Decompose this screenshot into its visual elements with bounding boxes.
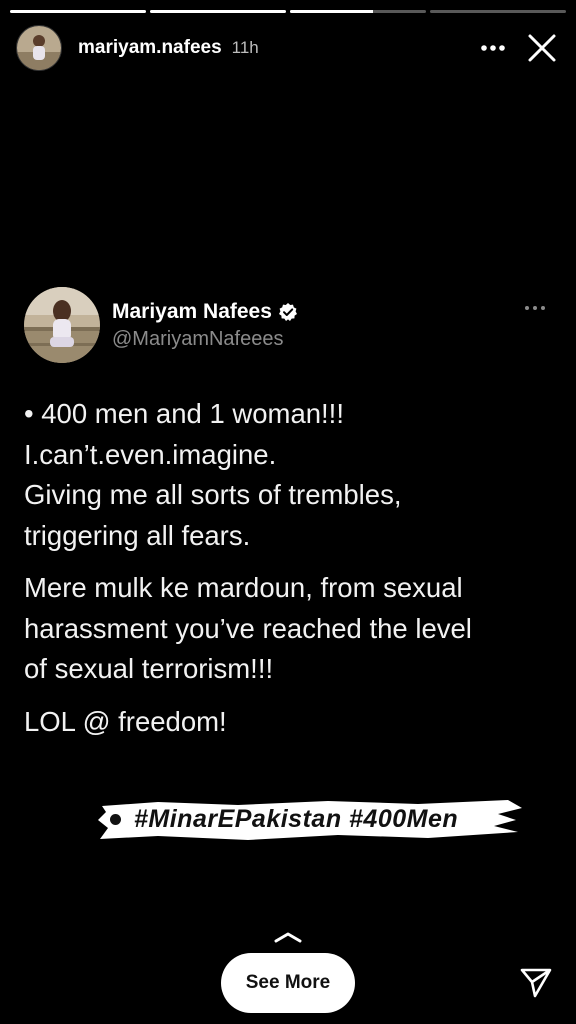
story-progress (10, 10, 566, 13)
tweet-header: Mariyam Nafees @MariyamNafeees (24, 286, 552, 364)
tweet-line: LOL @ freedom! (24, 705, 227, 737)
verified-badge-icon (278, 302, 297, 321)
hashtag-text[interactable]: #MinarEPakistan #400Men (134, 805, 520, 834)
username[interactable]: mariyam.nafees (78, 37, 222, 59)
progress-segment (150, 10, 286, 13)
hashtag-sticker[interactable]: #MinarEPakistan #400Men (98, 798, 524, 842)
close-icon[interactable] (524, 30, 560, 66)
progress-segment (10, 10, 146, 13)
story-header: mariyam.nafees 11h (16, 25, 560, 71)
post-time: 11h (231, 38, 259, 57)
bullet-dot (110, 814, 121, 825)
tweet-line: • 400 men and 1 woman!!! (24, 398, 344, 429)
more-horizontal-icon[interactable] (476, 31, 510, 65)
progress-segment (290, 10, 426, 13)
handle: @MariyamNafeees (112, 327, 284, 350)
more-horizontal-icon (524, 298, 546, 316)
tweet-text: • 400 men and 1 woman!!! I.can’t.even.im… (24, 394, 552, 742)
tweet-avatar (24, 287, 100, 363)
tweet-line: harassment you’ve reached the level (24, 612, 472, 644)
avatar[interactable] (16, 25, 62, 71)
tweet-line: Giving me all sorts of trembles, (24, 479, 402, 510)
see-more-button[interactable]: See More (221, 953, 355, 1013)
tweet-line: of sexual terrorism!!! (24, 653, 274, 684)
tweet-line: triggering all fears. (24, 519, 251, 551)
progress-segment (430, 10, 566, 13)
tweet-card: Mariyam Nafees @MariyamNafeees • 400 men… (24, 286, 552, 754)
tweet-line: Mere mulk ke mardoun, from sexual (24, 572, 463, 603)
tweet-line: I.can’t.even.imagine. (24, 438, 277, 470)
chevron-up-icon[interactable] (270, 928, 306, 946)
display-name: Mariyam Nafees (112, 299, 272, 323)
send-icon[interactable] (518, 964, 554, 1000)
